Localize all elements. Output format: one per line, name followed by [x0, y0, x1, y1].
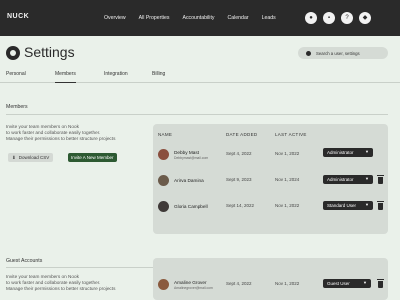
help-icon[interactable]: ? [341, 12, 353, 24]
nav-item-calendar[interactable]: Calendar [228, 15, 249, 21]
top-navigation-bar: NUCK Overview All Properties Accountabil… [0, 0, 400, 36]
members-description: Invite your team members on Nook to work … [6, 124, 116, 141]
column-header-last-active: LAST ACTIVE [275, 132, 307, 137]
member-email: Debbymast@mail.com [174, 156, 209, 160]
guest-table: Amaline Grover Amalinegrover@mail.com Se… [153, 258, 388, 300]
role-dropdown[interactable]: Administrator ▼ [323, 148, 373, 157]
profile-icon[interactable]: ◆ [359, 12, 371, 24]
search-placeholder: Search a user, settings [316, 50, 360, 56]
member-date-added: Sept 9, 2023 [226, 177, 252, 182]
tab-personal[interactable]: Personal [6, 71, 26, 77]
table-row[interactable]: Arirva Damina Sept 9, 2023 Nov 1, 2024 A… [153, 170, 388, 192]
avatar [158, 201, 169, 212]
tab-billing[interactable]: Billing [152, 71, 165, 77]
main-nav: Overview All Properties Accountability C… [104, 15, 289, 21]
nav-item-leads[interactable]: Leads [262, 15, 276, 21]
chat-icon[interactable]: ▪ [323, 12, 335, 24]
member-name: Arirva Damina [174, 178, 204, 183]
table-row[interactable]: Gloria Campbell Sept 14, 2022 Nov 1, 202… [153, 196, 388, 218]
guest-last-active: Nov 1, 2022 [275, 281, 300, 286]
member-name: Gloria Campbell [174, 204, 208, 209]
table-row[interactable]: Amaline Grover Amalinegrover@mail.com Se… [153, 274, 388, 296]
guest-email: Amalinegrover@mail.com [174, 286, 213, 290]
column-header-date-added: DATE ADDED [226, 132, 258, 137]
settings-icon [6, 46, 20, 60]
nav-item-all-properties[interactable]: All Properties [139, 15, 170, 21]
trash-icon[interactable] [377, 201, 384, 210]
role-dropdown[interactable]: Administrator ▼ [323, 175, 373, 184]
avatar [158, 149, 169, 160]
guest-section-title: Guest Accounts [6, 258, 43, 264]
tab-members[interactable]: Members [55, 71, 76, 83]
role-label: Guest User [327, 281, 350, 286]
nav-item-overview[interactable]: Overview [104, 15, 126, 21]
avatar [158, 279, 169, 290]
download-csv-button[interactable]: ⬇ Download CSV [8, 153, 54, 162]
nav-item-accountability[interactable]: Accountability [182, 15, 214, 21]
guest-description: Invite your team members on Nook to work … [6, 274, 116, 291]
members-divider [6, 114, 388, 115]
download-icon: ⬇ [12, 154, 16, 160]
settings-tabs: Personal Members Integration Billing [0, 71, 400, 83]
page-title: Settings [24, 44, 75, 60]
member-last-active: Nov 1, 2022 [275, 151, 300, 156]
search-input[interactable]: Search a user, settings [298, 47, 388, 59]
role-label: Administrator [327, 150, 354, 155]
role-label: Administrator [327, 177, 354, 182]
member-date-added: Sept 4, 2022 [226, 151, 252, 156]
record-icon[interactable]: ● [305, 12, 317, 24]
avatar [158, 175, 169, 186]
role-dropdown[interactable]: Standard User ▼ [323, 201, 373, 210]
invite-member-button[interactable]: Invite A New Member [68, 153, 117, 162]
members-section-title: Members [6, 104, 28, 110]
chevron-down-icon: ▼ [363, 280, 367, 285]
member-name: Debby Mast [174, 150, 200, 155]
trash-icon[interactable] [377, 279, 384, 288]
chevron-down-icon: ▼ [365, 202, 369, 207]
role-label: Standard User [327, 203, 357, 208]
download-csv-label: Download CSV [18, 155, 50, 160]
guest-date-added: Sept 4, 2022 [226, 281, 252, 286]
header-actions: ● ▪ ? ◆ [305, 12, 377, 24]
members-table: NAME DATE ADDED LAST ACTIVE Debby Mast D… [153, 124, 388, 234]
column-header-name: NAME [158, 132, 173, 137]
search-icon [306, 50, 311, 56]
member-last-active: Nov 1, 2022 [275, 203, 300, 208]
tab-integration[interactable]: Integration [104, 71, 128, 77]
trash-icon[interactable] [377, 175, 384, 184]
guest-name: Amaline Grover [174, 280, 207, 285]
table-row[interactable]: Debby Mast Debbymast@mail.com Sept 4, 20… [153, 144, 388, 166]
brand-logo[interactable]: NUCK [7, 13, 29, 20]
member-last-active: Nov 1, 2024 [275, 177, 300, 182]
chevron-down-icon: ▼ [365, 149, 369, 154]
role-dropdown[interactable]: Guest User ▼ [323, 279, 371, 288]
chevron-down-icon: ▼ [365, 176, 369, 181]
member-date-added: Sept 14, 2022 [226, 203, 255, 208]
